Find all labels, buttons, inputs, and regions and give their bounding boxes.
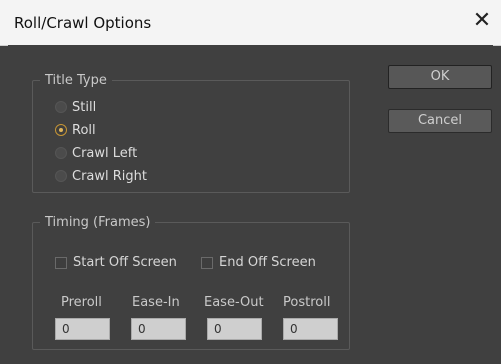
end-off-screen-label: End Off Screen	[219, 255, 316, 270]
title-type-group: Title Type Still Roll Crawl Left Crawl R…	[32, 73, 350, 193]
radio-button-still[interactable]	[55, 101, 67, 113]
roll-crawl-dialog: Roll/Crawl Options ✕ Title Type Still Ro…	[0, 0, 501, 364]
radio-button-roll[interactable]	[55, 124, 67, 136]
postroll-label: Postroll	[283, 295, 331, 310]
end-off-screen-option[interactable]: End Off Screen	[201, 255, 316, 270]
radio-button-crawl-right[interactable]	[55, 170, 67, 182]
dialog-title: Roll/Crawl Options	[14, 14, 152, 32]
close-icon[interactable]: ✕	[471, 8, 493, 34]
radio-crawl-right[interactable]: Crawl Right	[55, 167, 147, 185]
preroll-input[interactable]: 0	[55, 318, 110, 340]
ease-out-input[interactable]: 0	[207, 318, 262, 340]
radio-label-roll: Roll	[72, 122, 96, 138]
cancel-button[interactable]: Cancel	[388, 109, 492, 133]
ok-button[interactable]: OK	[388, 65, 492, 89]
start-off-screen-checkbox[interactable]	[55, 256, 67, 269]
timing-legend: Timing (Frames)	[45, 215, 151, 230]
start-off-screen-option[interactable]: Start Off Screen	[55, 255, 177, 270]
ease-in-label: Ease-In	[132, 295, 180, 310]
ease-in-input[interactable]: 0	[131, 318, 186, 340]
radio-button-crawl-left[interactable]	[55, 147, 67, 159]
radio-label-crawl-left: Crawl Left	[72, 145, 138, 161]
radio-label-crawl-right: Crawl Right	[72, 168, 147, 184]
start-off-screen-label: Start Off Screen	[73, 255, 177, 270]
radio-label-still: Still	[72, 99, 97, 115]
ease-out-label: Ease-Out	[204, 295, 264, 310]
preroll-label: Preroll	[61, 295, 102, 310]
radio-crawl-left[interactable]: Crawl Left	[55, 144, 137, 162]
radio-roll[interactable]: Roll	[55, 121, 96, 139]
title-bar: Roll/Crawl Options ✕	[0, 0, 501, 46]
timing-group: Timing (Frames) Start Off Screen End Off…	[32, 215, 350, 350]
postroll-input[interactable]: 0	[283, 318, 338, 340]
title-type-legend: Title Type	[45, 73, 107, 88]
dialog-content: Title Type Still Roll Crawl Left Crawl R…	[8, 45, 493, 356]
end-off-screen-checkbox[interactable]	[201, 256, 213, 269]
radio-still[interactable]: Still	[55, 98, 96, 116]
